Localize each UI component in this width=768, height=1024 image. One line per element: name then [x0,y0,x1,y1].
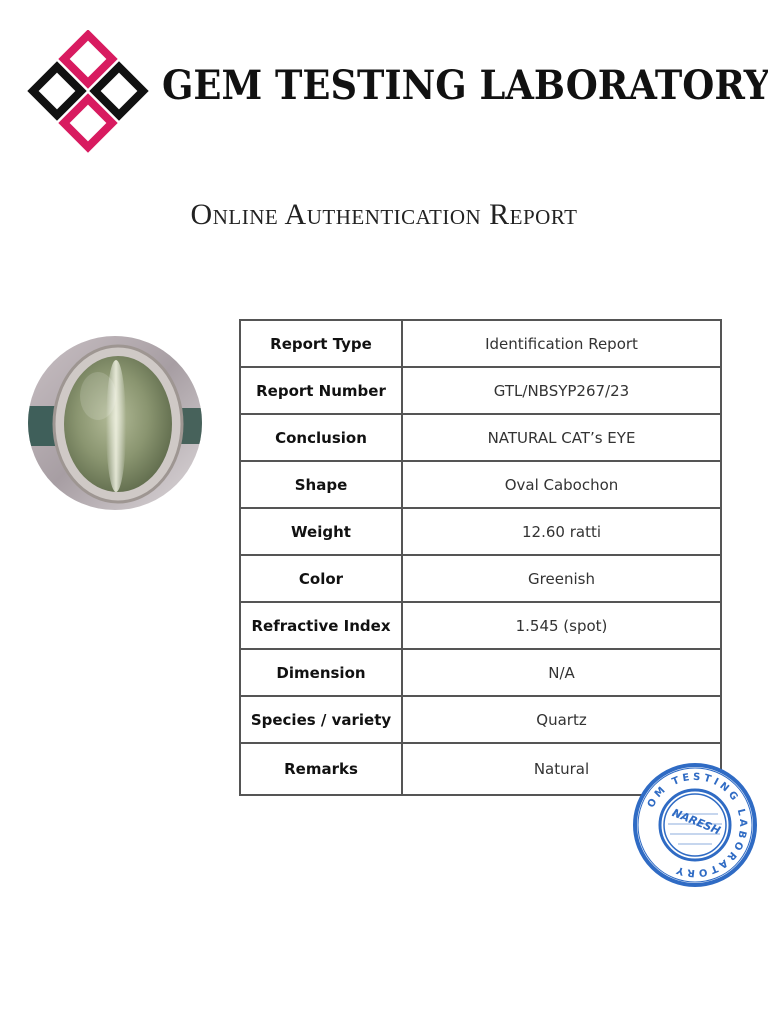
row-label: Conclusion [239,413,403,462]
row-value: N/A [401,648,722,697]
row-value: Quartz [401,695,722,744]
table-row: Weight 12.60 ratti [239,507,722,556]
row-label: Weight [239,507,403,556]
row-value: NATURAL CAT’s EYE [401,413,722,462]
table-row: Refractive Index 1.545 (spot) [239,601,722,650]
table-row: Shape Oval Cabochon [239,460,722,509]
table-row: Color Greenish [239,554,722,603]
row-value: Oval Cabochon [401,460,722,509]
row-label: Report Type [239,319,403,368]
row-label: Dimension [239,648,403,697]
row-value: Identification Report [401,319,722,368]
table-row: Report Number GTL/NBSYP267/23 [239,366,722,415]
lab-seal-stamp-icon: OM TESTING LABORATORY NARESH [633,763,757,887]
table-row: Species / variety Quartz [239,695,722,744]
table-row: Conclusion NATURAL CAT’s EYE [239,413,722,462]
cats-eye-ring-photo [28,336,202,510]
row-label: Refractive Index [239,601,403,650]
row-label: Remarks [239,742,403,796]
report-title: Online Authentication Report [190,198,578,231]
row-value: 12.60 ratti [401,507,722,556]
row-value: GTL/NBSYP267/23 [401,366,722,415]
row-label: Report Number [239,366,403,415]
report-table: Report Type Identification Report Report… [239,319,722,796]
row-value: 1.545 (spot) [401,601,722,650]
diamond-grid-logo-icon [27,30,149,153]
row-label: Shape [239,460,403,509]
row-value: Greenish [401,554,722,603]
row-label: Species / variety [239,695,403,744]
row-label: Color [239,554,403,603]
table-row: Report Type Identification Report [239,319,722,368]
table-row: Dimension N/A [239,648,722,697]
lab-name: GEM TESTING LABORATORY [162,62,768,109]
